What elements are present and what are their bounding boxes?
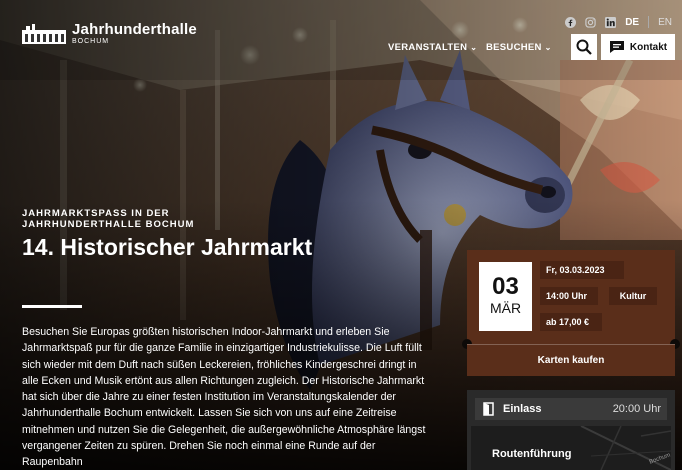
entry-label: Einlass [503, 403, 542, 415]
nav-besuchen-label: BESUCHEN [486, 42, 542, 53]
info-panel: Einlass 20:00 Uhr Routenführung Bochum [467, 390, 675, 470]
event-card: 03 MÄR Fr, 03.03.2023 14:00 Uhr Kultur a… [467, 250, 675, 344]
buy-tickets-button[interactable]: Karten kaufen [467, 344, 675, 376]
event-month: MÄR [489, 300, 522, 316]
logo-name: Jahrhunderthalle [72, 21, 197, 38]
hero-eyebrow: JAHRMARKTSPASS IN DER JAHRHUNDERTHALLE B… [22, 208, 195, 230]
event-price: ab 17,00 € [540, 313, 602, 331]
event-description: Besuchen Sie Europas größten historische… [22, 326, 426, 469]
contact-label: Kontakt [629, 41, 668, 53]
language-en[interactable]: EN [658, 17, 672, 28]
search-icon [576, 39, 592, 55]
nav-veranstalten[interactable]: VERANSTALTEN ⌄ [388, 42, 477, 53]
logo[interactable]: Jahrhunderthalle BOCHUM [22, 22, 197, 46]
nav-veranstalten-label: VERANSTALTEN [388, 42, 468, 53]
page: Jahrhunderthalle BOCHUM DE EN VERANSTALT… [0, 0, 682, 470]
chevron-down-icon: ⌄ [544, 43, 552, 52]
entry-time: 20:00 Uhr [612, 403, 661, 415]
title-underline [22, 305, 82, 308]
facebook-icon[interactable] [565, 16, 577, 28]
door-icon [483, 402, 494, 416]
hall-logo-icon [22, 24, 66, 44]
logo-city: BOCHUM [72, 38, 110, 45]
route-map[interactable]: Routenführung Bochum [471, 426, 671, 470]
event-day: 03 [492, 273, 519, 300]
nav-besuchen[interactable]: BESUCHEN ⌄ [486, 42, 552, 53]
instagram-icon[interactable] [585, 16, 596, 28]
route-label: Routenführung [492, 448, 572, 460]
language-divider [648, 16, 650, 28]
event-category[interactable]: Kultur [609, 287, 657, 305]
date-box: 03 MÄR [479, 262, 532, 331]
language-de[interactable]: DE [625, 17, 639, 28]
linkedin-icon[interactable] [605, 16, 617, 28]
search-button[interactable] [571, 34, 597, 60]
event-time: 14:00 Uhr [540, 287, 598, 305]
chat-icon [609, 41, 624, 53]
chevron-down-icon: ⌄ [470, 43, 478, 52]
entry-row: Einlass 20:00 Uhr [475, 398, 667, 420]
site-header: Jahrhunderthalle BOCHUM DE EN VERANSTALT… [0, 0, 682, 70]
contact-button[interactable]: Kontakt [601, 34, 675, 60]
social-links: DE EN [565, 16, 672, 28]
event-date: Fr, 03.03.2023 [540, 261, 624, 279]
page-title: 14. Historischer Jahrmarkt [22, 234, 313, 260]
